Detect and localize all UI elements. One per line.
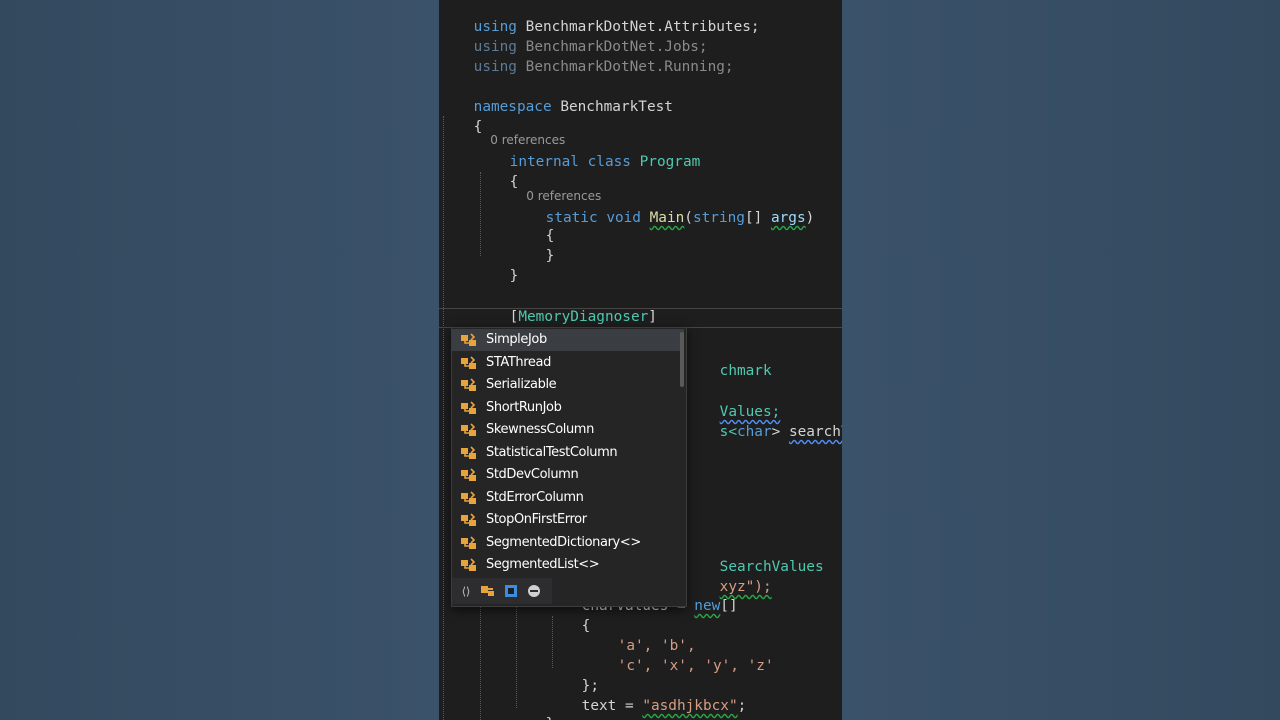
intellisense-popup[interactable]: SimpleJob STAThread Serializable ShortRunJo… bbox=[451, 327, 687, 607]
code-line-chars: 'c', 'x', 'y', 'z' bbox=[617, 658, 774, 674]
completion-item[interactable]: SkewnessColumn bbox=[452, 419, 684, 441]
completion-item-label: SegmentedDictionary<> bbox=[486, 534, 641, 550]
code-line-using-running: using BenchmarkDotNet.Running; bbox=[439, 37, 734, 75]
attribute-class-icon bbox=[460, 490, 478, 506]
completion-item-label: StatisticalTestColumn bbox=[486, 444, 618, 460]
attribute-class-icon bbox=[460, 400, 478, 416]
attribute-class-icon bbox=[460, 535, 478, 551]
completion-item-label: ShortRunJob bbox=[486, 399, 562, 415]
keyword: internal bbox=[509, 154, 579, 170]
completion-item[interactable]: StdErrorColumn bbox=[452, 487, 684, 509]
indent-guide bbox=[516, 598, 517, 708]
completion-item-label: Serializable bbox=[486, 377, 557, 392]
code-line-namespace: namespace BenchmarkTest bbox=[439, 77, 673, 115]
completion-item-label: StopOnFirstError bbox=[486, 512, 587, 527]
completion-scrollbar[interactable] bbox=[680, 332, 684, 387]
module-filter-icon[interactable] bbox=[502, 583, 520, 599]
completion-item-label: StdErrorColumn bbox=[486, 489, 584, 505]
code-line-using-attributes: using BenchmarkDotNet.Attributes; bbox=[439, 0, 760, 35]
attribute-class-icon bbox=[460, 467, 478, 483]
keyword: using bbox=[473, 59, 517, 75]
method-name: Main bbox=[649, 210, 685, 226]
code-fragment: s<char> searchValu bbox=[719, 424, 842, 440]
completion-item[interactable]: Serializable bbox=[452, 374, 684, 396]
completion-item-label: StdDevColumn bbox=[486, 467, 579, 482]
code-line-main: static void Main(string[] args) bbox=[545, 210, 815, 226]
svg-text:⟨⟩: ⟨⟩ bbox=[462, 585, 471, 598]
code-line-chars: 'a', 'b', bbox=[617, 638, 696, 654]
attribute-name: MemoryDiagnoser bbox=[518, 309, 649, 325]
attribute-class-icon bbox=[460, 377, 478, 393]
completion-item[interactable]: StdDevColumn bbox=[452, 464, 684, 486]
code-line-brace: } bbox=[511, 226, 555, 264]
code-line-class: internal class Program bbox=[475, 132, 701, 170]
attribute-class-icon bbox=[460, 557, 478, 573]
indent-guide bbox=[443, 116, 444, 720]
code-line-brace: { bbox=[439, 97, 483, 135]
completion-item[interactable]: StatisticalTestColumn bbox=[452, 442, 684, 464]
keyword: void bbox=[606, 210, 641, 226]
completion-item-label: STAThread bbox=[486, 354, 551, 370]
completion-item[interactable]: SimpleJob bbox=[452, 329, 684, 351]
brace: } bbox=[509, 268, 519, 284]
code-text: BenchmarkDotNet.Running; bbox=[525, 59, 734, 75]
completion-item[interactable]: SegmentedDictionary<> bbox=[452, 532, 684, 554]
code-fragment: SearchValues bbox=[719, 559, 824, 575]
completion-item[interactable]: SegmentedList<> bbox=[452, 554, 684, 576]
keyword: string bbox=[692, 210, 745, 226]
code-fragment: xyz"); bbox=[719, 579, 772, 595]
class-name: Program bbox=[639, 154, 701, 170]
code-line-brace: { bbox=[475, 152, 519, 190]
code-line-brace: { bbox=[511, 206, 555, 244]
completion-item[interactable]: StopOnFirstError bbox=[452, 509, 684, 531]
code-line-brace: } bbox=[511, 694, 555, 720]
namespace-name: BenchmarkTest bbox=[560, 99, 673, 115]
param-name: args bbox=[770, 210, 806, 226]
interface-filter-icon[interactable] bbox=[525, 583, 543, 599]
attribute-class-icon bbox=[460, 512, 478, 528]
codelens-references[interactable]: 0 references bbox=[475, 119, 565, 147]
namespace-filter-icon[interactable]: ⟨⟩ bbox=[457, 583, 475, 599]
class-filter-icon[interactable] bbox=[479, 583, 497, 599]
keyword: namespace bbox=[473, 99, 552, 115]
attribute-class-icon bbox=[460, 445, 478, 461]
codelens-references[interactable]: 0 references bbox=[511, 175, 601, 203]
code-fragment: chmark bbox=[719, 363, 772, 379]
completion-item[interactable]: ShortRunJob bbox=[452, 397, 684, 419]
attribute-class-icon bbox=[460, 332, 478, 348]
code-fragment: Values; bbox=[719, 404, 781, 420]
video-backdrop-right bbox=[842, 0, 1280, 720]
keyword: class bbox=[587, 154, 631, 170]
completion-item-label: SkewnessColumn bbox=[486, 422, 594, 437]
completion-item-label: SimpleJob bbox=[486, 332, 547, 347]
code-line-brace: } bbox=[475, 246, 519, 284]
attribute-class-icon bbox=[460, 355, 478, 371]
completion-item-label: SegmentedList<> bbox=[486, 557, 600, 572]
code-line-text: text = "asdhjkbcx"; bbox=[581, 698, 747, 714]
code-line-using-jobs: using BenchmarkDotNet.Jobs; bbox=[439, 17, 708, 55]
completion-item[interactable]: STAThread bbox=[452, 352, 684, 374]
code-line-typing[interactable]: [s] bbox=[475, 307, 537, 345]
code-line-brace: }; bbox=[581, 678, 599, 694]
code-line-attribute: [MemoryDiagnoser] bbox=[509, 309, 657, 325]
attribute-class-icon bbox=[460, 422, 478, 438]
completion-filter-bar: ⟨⟩ bbox=[452, 578, 552, 604]
brace: } bbox=[545, 248, 555, 264]
video-backdrop-left bbox=[0, 0, 439, 720]
